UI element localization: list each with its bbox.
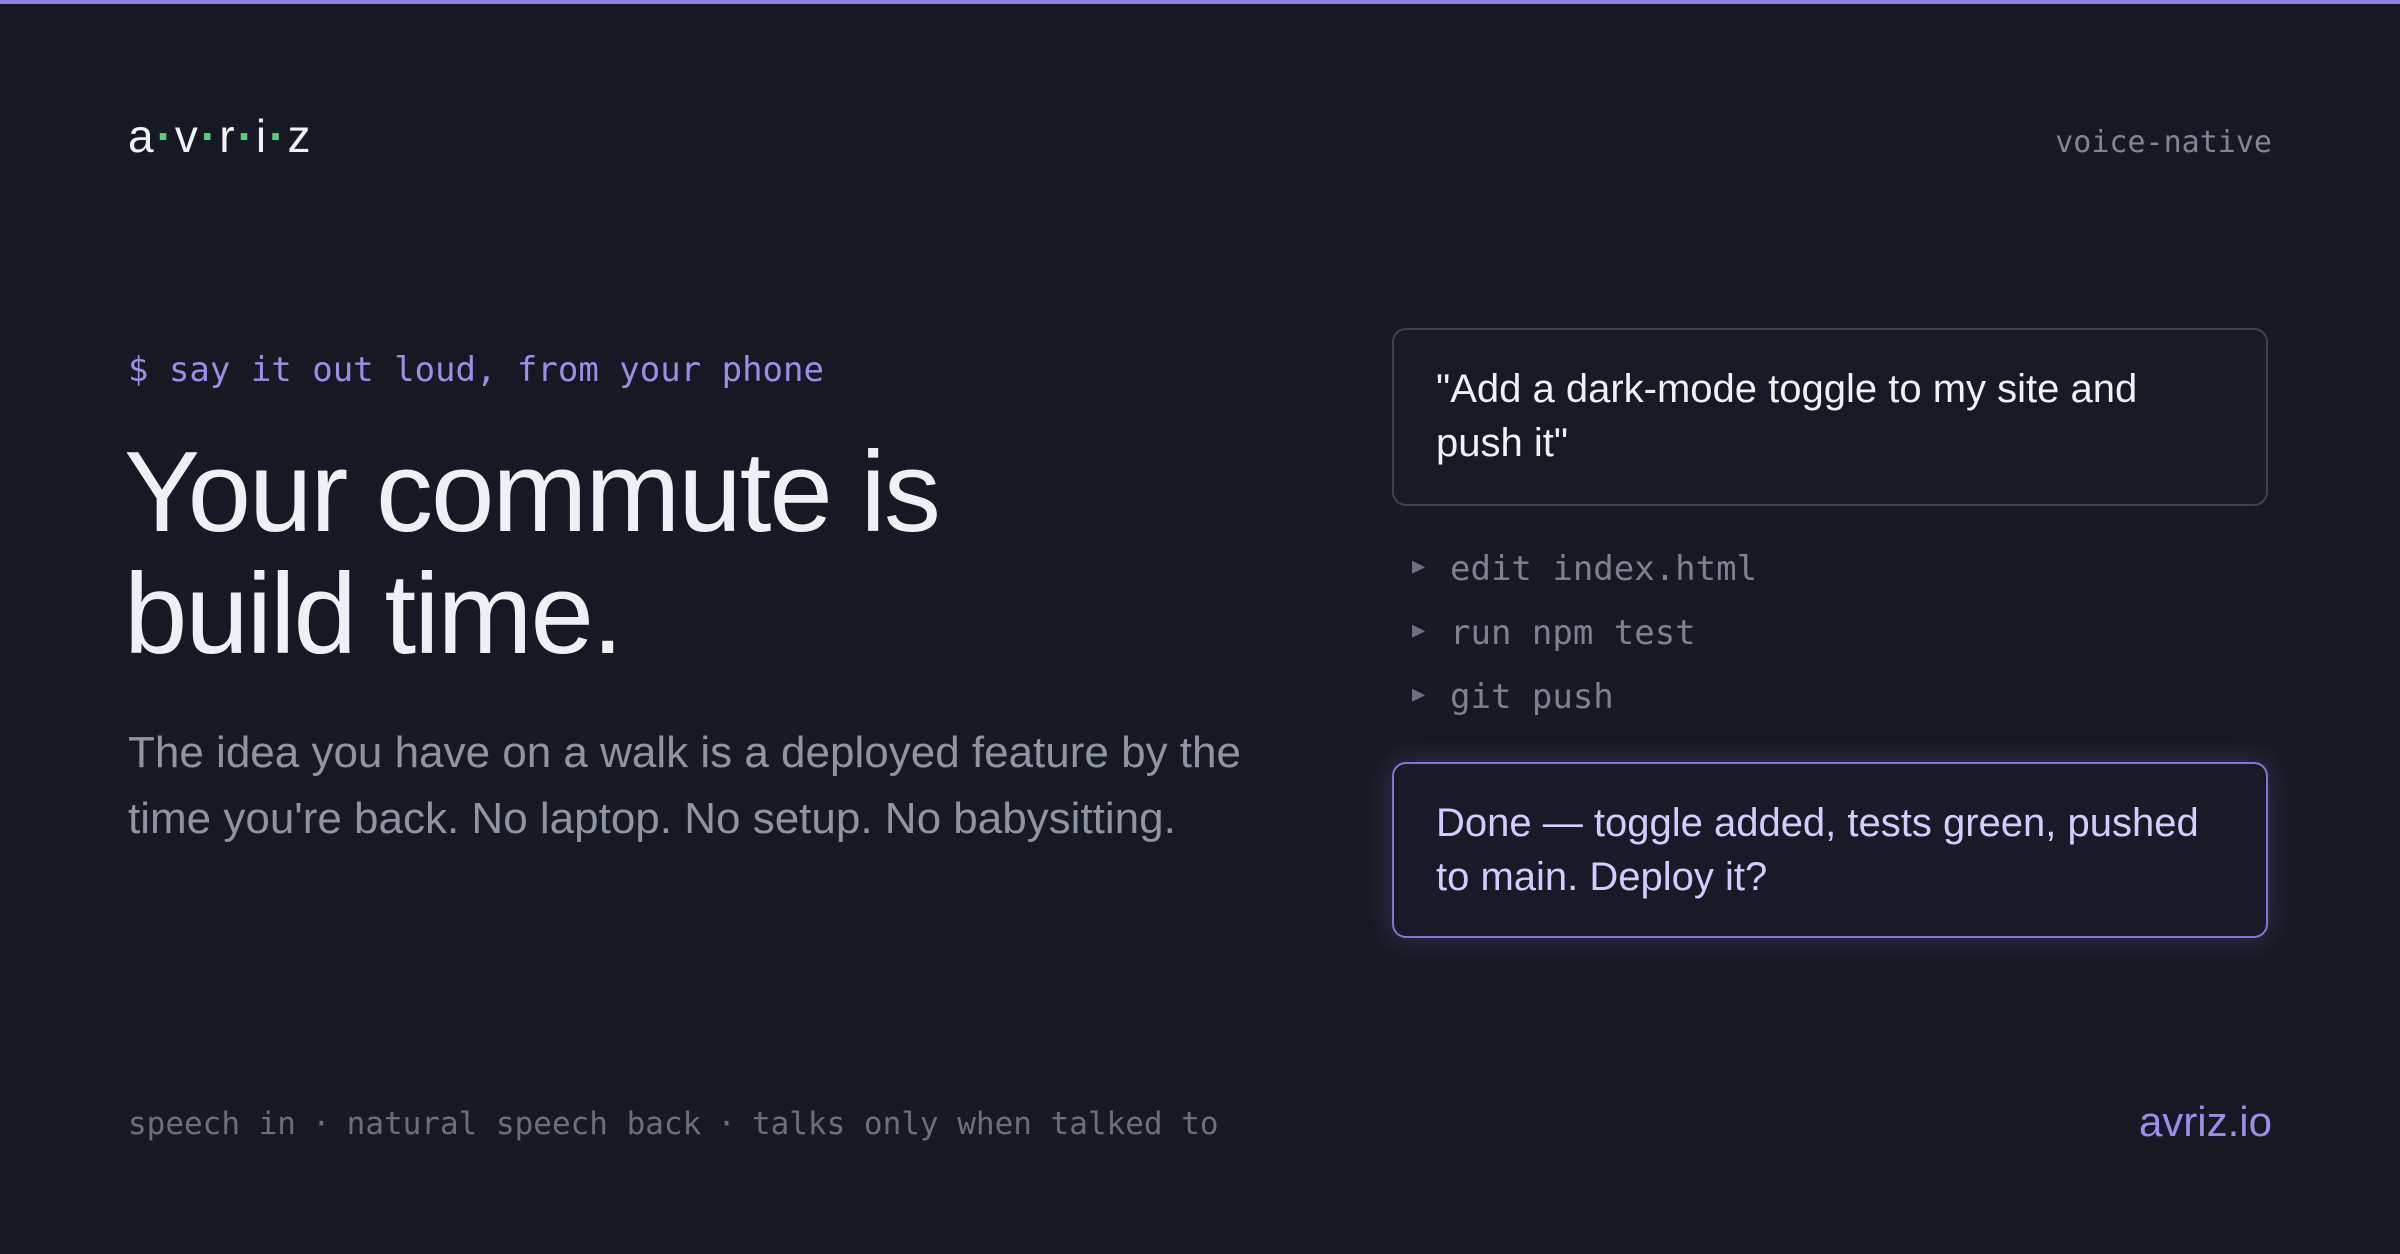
agent-reply-card: Done — toggle added, tests green, pushed… [1392,762,2268,938]
hero-headline: Your commute is build time. [124,432,1274,676]
logo-dot: · [237,110,254,162]
agent-steps-list: ▶ edit index.html ▶ run npm test ▶ git push [1412,542,1757,734]
hero-prompt: $ say it out loud, from your phone [128,350,824,390]
top-accent-rule [0,0,2400,4]
feature-item: speech in [128,1106,296,1142]
logo-letter: i [255,110,268,162]
play-triangle-icon: ▶ [1412,617,1426,643]
domain-link[interactable]: avriz.io [2139,1096,2272,1148]
play-triangle-icon: ▶ [1412,681,1426,707]
agent-step: ▶ run npm test [1412,606,1757,670]
feature-separator: · [311,1106,331,1142]
agent-reply-message: Done — toggle added, tests green, pushed… [1436,801,2199,899]
feature-item: talks only when talked to [751,1106,1219,1142]
agent-step-label: edit index.html [1450,549,1758,589]
play-triangle-icon: ▶ [1412,553,1426,579]
logo-letter: v [174,110,199,162]
headline-line-1: Your commute is [124,429,941,556]
headline-line-2: build time. [124,551,624,678]
logo-dot: · [200,110,218,162]
agent-step-label: run npm test [1450,613,1696,653]
hero-subtext: The idea you have on a walk is a deploye… [128,728,1241,843]
user-voice-message-card: "Add a dark-mode toggle to my site and p… [1392,328,2268,506]
logo-letter: z [287,110,312,162]
agent-step: ▶ edit index.html [1412,542,1757,606]
logo-letter: a [128,110,155,162]
agent-step: ▶ git push [1412,670,1757,734]
feature-separator: · [717,1106,736,1142]
logo-dot: · [156,110,173,162]
logo-letter: r [219,110,236,162]
voice-native-tag: voice-native [2055,125,2272,160]
user-voice-message: "Add a dark-mode toggle to my site and p… [1436,367,2138,465]
avriz-logo[interactable]: a·v·r·i·z [128,108,311,164]
feature-list: speech in · natural speech back · talks only… [128,1104,1219,1144]
feature-item: natural speech back [346,1106,702,1142]
agent-step-label: git push [1450,677,1614,717]
logo-dot: · [269,110,286,162]
